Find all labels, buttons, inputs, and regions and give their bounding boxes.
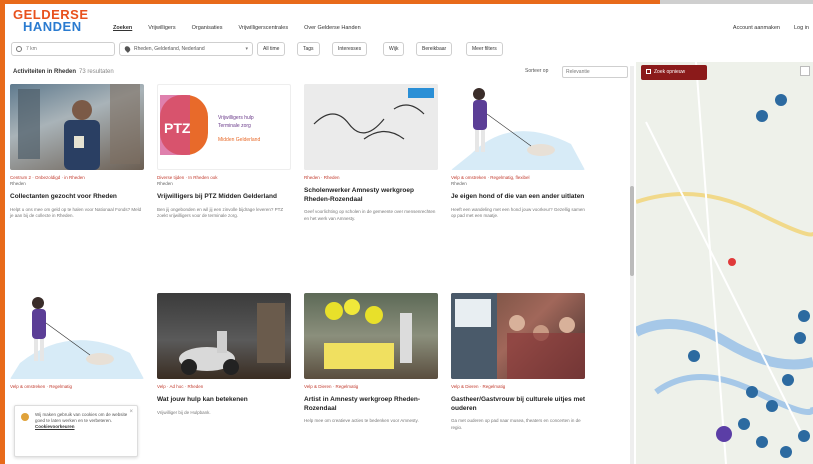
card-description: Ga met ouderen op pad naar musea, theate…	[451, 418, 581, 430]
activity-card[interactable]: Velp & Dieren · Regelmatig Gastheer/Gast…	[451, 293, 585, 431]
site-header: GELDERSE HANDEN Zoeken Vrijwilligers Org…	[5, 4, 813, 40]
results-map[interactable]	[636, 62, 813, 464]
card-title[interactable]: Wat jouw hulp kan betekenen	[157, 396, 291, 405]
logo-line-2: HANDEN	[23, 19, 82, 34]
account-create-link[interactable]: Account aanmaken	[733, 25, 780, 31]
activity-card[interactable]: Rheden · Rheden Scholenwerker Amnesty we…	[304, 84, 438, 222]
activity-card[interactable]: Centrum 2 · Onbezoldigd · in Rheden Rhede…	[10, 84, 144, 220]
card-description: Help mee om creatieve acties te bedenken…	[304, 418, 419, 423]
card-meta: Velp · Ad hoc · Rheden	[157, 384, 204, 389]
activity-card[interactable]: Velp & Dieren · Regelmatig Artist in Amn…	[304, 293, 438, 425]
map-search-icon	[646, 69, 651, 74]
filter-bar: 7 km Rheden, Gelderland, Nederland ▾ All…	[5, 40, 813, 60]
card-meta: Centrum 2 · Onbezoldigd · in Rheden Rhede…	[10, 175, 85, 186]
results-scrollbar[interactable]	[630, 66, 634, 464]
card-meta: Velp & Dieren · Regelmatig	[451, 384, 506, 389]
filter-interesses[interactable]: Interesses	[332, 42, 368, 56]
nav-zoeken[interactable]: Zoeken	[113, 25, 132, 31]
login-link[interactable]: Log in	[794, 25, 809, 31]
results-title: Activiteiten in Rheden	[13, 69, 77, 75]
card-description: Geef voorlichting op scholen in de gemee…	[304, 209, 436, 221]
card-description: Heeft een wandeling met een hond jouw vo…	[451, 206, 585, 219]
location-value: Rheden, Gelderland, Nederland	[134, 46, 205, 52]
nav-vrijwilligers[interactable]: Vrijwilligers	[148, 25, 175, 31]
search-input[interactable]: 7 km	[11, 42, 115, 56]
activity-card[interactable]: Velp & omstreken · Regelmatig, flexibel R…	[451, 84, 585, 220]
card-title[interactable]: Collectanten gezocht voor Rheden	[10, 193, 144, 202]
card-title[interactable]: Je eigen hond of die van een ander uitla…	[451, 193, 585, 202]
chevron-down-icon: ▾	[245, 46, 248, 52]
left-accent-bar	[0, 0, 5, 464]
cookie-icon	[21, 413, 29, 421]
header-account: Account aanmaken Log in	[733, 25, 809, 31]
svg-text:Terminale zorg: Terminale zorg	[218, 123, 251, 129]
filter-bereikbaar[interactable]: Bereikbaar	[416, 42, 453, 56]
card-image	[10, 84, 144, 170]
card-meta: Diverse tijden · In Rheden ook Rheden	[157, 175, 218, 186]
card-meta: Velp & Dieren · Regelmatig	[304, 384, 359, 389]
card-meta: Velp & omstreken · Regelmatig	[10, 384, 73, 389]
results-count: 73 resultaten	[79, 69, 114, 75]
map-fullscreen-icon[interactable]	[800, 66, 810, 76]
search-again-button[interactable]: Zoek opnieuw	[641, 65, 707, 80]
card-image	[304, 293, 438, 379]
card-title[interactable]: Vrijwilligers bij PTZ Midden Gelderland	[157, 193, 291, 202]
activity-card[interactable]: Velp · Ad hoc · Rheden Wat jouw hulp kan…	[157, 293, 291, 416]
activity-card[interactable]: PTZ Vrijwilligers hulp Terminale zorg Mi…	[157, 84, 291, 220]
sort-label: Sorteer op	[525, 68, 549, 74]
card-description: Vrijwilliger bij de Hulpbank.	[157, 409, 211, 415]
svg-text:PTZ: PTZ	[164, 120, 191, 136]
location-select[interactable]: Rheden, Gelderland, Nederland ▾	[119, 42, 253, 56]
svg-text:Midden Gelderland: Midden Gelderland	[218, 137, 260, 143]
scrollbar-thumb[interactable]	[630, 186, 634, 276]
search-value: 7 km	[26, 46, 37, 52]
filter-wijk[interactable]: Wijk	[383, 42, 405, 56]
svg-text:Vrijwilligers hulp: Vrijwilligers hulp	[218, 115, 254, 121]
nav-vrijwilligerscentrales[interactable]: Vrijwilligerscentrales	[238, 25, 288, 31]
nav-organisaties[interactable]: Organisaties	[192, 25, 223, 31]
search-icon	[16, 46, 22, 52]
card-title[interactable]: Artist in Amnesty werkgroep Rheden-Rozen…	[304, 396, 438, 413]
cookie-settings-link[interactable]: Cookievoorkeuren	[35, 424, 75, 429]
nav-over[interactable]: Over Gelderse Handen	[304, 25, 361, 31]
site-logo[interactable]: GELDERSE HANDEN	[13, 8, 89, 34]
cookie-text: Wij maken gebruik van cookies om de webs…	[35, 412, 128, 423]
card-description: Helpt u ons mee om geld op te halen voor…	[10, 206, 142, 219]
map-canvas[interactable]	[636, 62, 813, 464]
main-nav: Zoeken Vrijwilligers Organisaties Vrijwi…	[113, 25, 361, 31]
filter-time[interactable]: All time	[257, 42, 286, 56]
card-image	[451, 293, 585, 379]
card-title[interactable]: Scholenwerker Amnesty werkgroep Rheden-R…	[304, 187, 438, 204]
search-again-label: Zoek opnieuw	[654, 69, 686, 75]
card-description: Ben jij ongebonden en wil jij een zinvol…	[157, 206, 284, 219]
close-icon[interactable]: ×	[129, 409, 133, 415]
card-meta: Rheden · Rheden	[304, 175, 340, 180]
filter-tags[interactable]: Tags	[297, 42, 320, 56]
filter-meer[interactable]: Meer filters	[466, 42, 503, 56]
activity-card[interactable]: Velp & omstreken · Regelmatig	[10, 293, 144, 390]
card-image	[304, 84, 438, 170]
location-pin-icon	[123, 45, 132, 53]
card-image	[157, 293, 291, 379]
card-meta: Velp & omstreken · Regelmatig, flexibel R…	[451, 175, 530, 186]
cookie-popup: × Wij maken gebruik van cookies om de we…	[14, 405, 138, 457]
sort-select[interactable]: Relevantie	[562, 66, 628, 78]
card-image	[451, 84, 585, 170]
card-image: PTZ Vrijwilligers hulp Terminale zorg Mi…	[157, 84, 291, 170]
card-title[interactable]: Gastheer/Gastvrouw bij culturele uitjes …	[451, 396, 585, 413]
card-image	[10, 293, 144, 379]
results-heading: Activiteiten in Rheden 73 resultaten	[13, 69, 114, 75]
